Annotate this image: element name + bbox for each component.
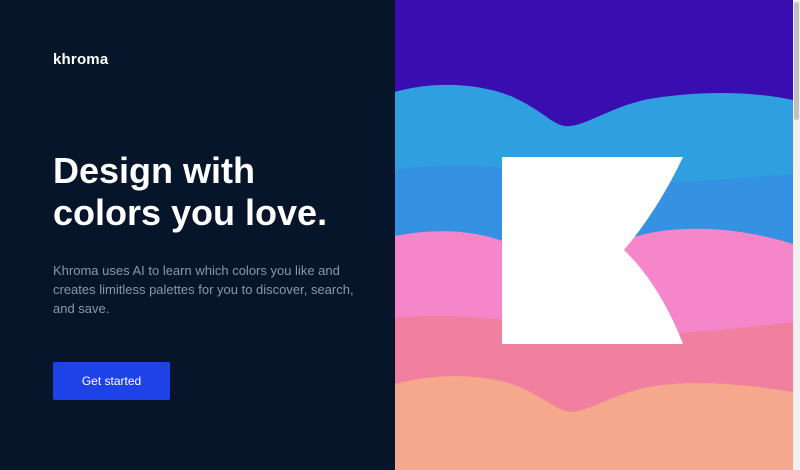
page-scrollbar[interactable] <box>793 0 800 470</box>
get-started-button[interactable]: Get started <box>53 362 170 400</box>
hero-description: Khroma uses AI to learn which colors you… <box>53 263 354 316</box>
color-waves-illustration <box>395 0 793 470</box>
hero-headline: Design with colors you love. <box>53 150 383 234</box>
brand-logo[interactable]: khroma <box>53 51 108 68</box>
hero-panel: khroma Design with colors you love. Khro… <box>0 0 395 470</box>
headline-line-2: colors you love. <box>53 192 328 233</box>
hero-art <box>395 0 793 470</box>
headline-line-1: Design with <box>53 150 256 191</box>
scrollbar-thumb[interactable] <box>794 2 799 120</box>
